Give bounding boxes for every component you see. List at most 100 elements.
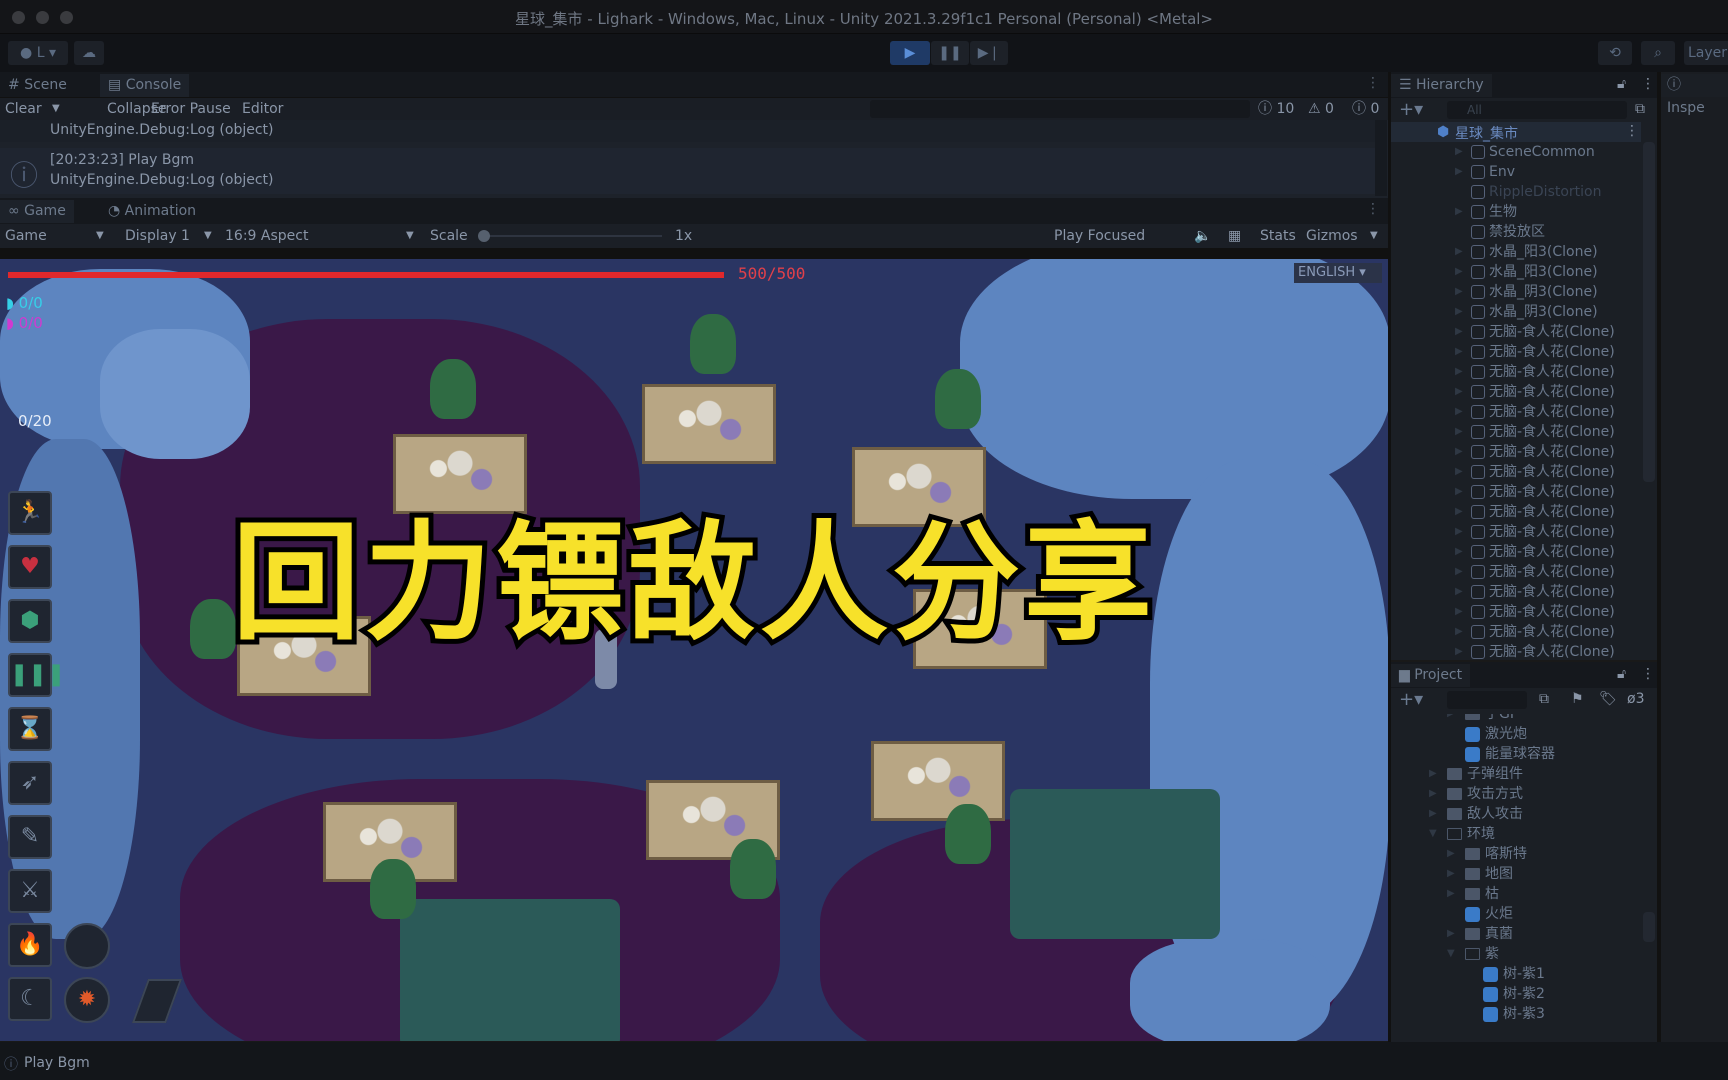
blade-skill-icon[interactable]: ⚔ — [8, 869, 52, 913]
expand-arrow-icon[interactable]: ▶ — [1455, 442, 1463, 462]
project-item[interactable]: ▶ 真菌 — [1391, 924, 1641, 944]
console-scrollbar[interactable] — [1375, 120, 1387, 196]
hierarchy-scrollbar[interactable] — [1643, 142, 1655, 482]
console-entry[interactable]: ⓘ [20:23:23] Play Bgm UnityEngine.Debug:… — [0, 148, 1375, 194]
expand-arrow-icon[interactable]: ▶ — [1455, 422, 1463, 442]
expand-arrow-icon[interactable]: ▶ — [1455, 342, 1463, 362]
hierarchy-item[interactable]: ▶ 水晶_阴3(Clone) — [1391, 282, 1641, 302]
tab-hierarchy[interactable]: ☰ Hierarchy — [1391, 74, 1492, 97]
project-item[interactable]: ▶ 喀斯特 — [1391, 844, 1641, 864]
project-scrollbar[interactable] — [1643, 912, 1655, 942]
hierarchy-item[interactable]: ▶ 无脑-食人花(Clone) — [1391, 502, 1641, 522]
moon-skill-icon[interactable]: ☾ — [8, 977, 52, 1021]
aspect-dropdown[interactable]: 16:9 Aspect — [225, 224, 308, 248]
expand-arrow-icon[interactable]: ▶ — [1455, 502, 1463, 522]
expand-arrow-icon[interactable]: ▶ — [1455, 642, 1463, 660]
play-button[interactable]: ▶ — [890, 41, 930, 65]
expand-arrow-icon[interactable]: ▶ — [1455, 242, 1463, 262]
expand-arrow-icon[interactable]: ▶ — [1455, 162, 1463, 182]
expand-arrow-icon[interactable]: ▶ — [1455, 522, 1463, 542]
cloud-icon[interactable]: ☁ — [74, 41, 104, 65]
expand-arrow-icon[interactable]: ▶ — [1455, 462, 1463, 482]
expand-arrow-icon[interactable]: ▶ — [1447, 864, 1455, 884]
hierarchy-item[interactable]: ▶ 无脑-食人花(Clone) — [1391, 382, 1641, 402]
expand-arrow-icon[interactable]: ▶ — [1447, 924, 1455, 944]
tab-game[interactable]: ∞ Game — [0, 200, 74, 223]
syringe-skill-icon[interactable]: ✎ — [8, 815, 52, 859]
hierarchy-item[interactable]: ▶ 无脑-食人花(Clone) — [1391, 362, 1641, 382]
fire-skill-icon[interactable]: 🔥 — [8, 923, 52, 967]
step-button[interactable]: ▶❘ — [970, 41, 1008, 65]
hierarchy-item[interactable]: ▶ SceneCommon — [1391, 142, 1641, 162]
project-item[interactable]: ▶ 地图 — [1391, 864, 1641, 884]
hierarchy-item[interactable]: ▶ 无脑-食人花(Clone) — [1391, 642, 1641, 660]
tab-project[interactable]: ▆ Project — [1391, 664, 1471, 687]
status-message[interactable]: Play Bgm — [24, 1055, 90, 1071]
slash-skill-icon[interactable] — [131, 979, 183, 1023]
game-mode-dropdown[interactable]: Game — [5, 224, 47, 248]
pause-button[interactable]: ❚❚ — [931, 41, 969, 65]
hierarchy-search-input[interactable]: All — [1447, 101, 1627, 119]
bow-skill-icon[interactable]: ➶ — [8, 761, 52, 805]
project-item[interactable]: ▶ 攻击方式 — [1391, 784, 1641, 804]
expand-arrow-icon[interactable]: ▶ — [1455, 282, 1463, 302]
expand-arrow-icon[interactable]: ▶ — [1455, 542, 1463, 562]
expand-arrow-icon[interactable]: ▶ — [1455, 322, 1463, 342]
language-dropdown[interactable]: ENGLISH ▾ — [1294, 263, 1382, 283]
expand-arrow-icon[interactable]: ▶ — [1455, 262, 1463, 282]
filter-icon[interactable]: ⚑ — [1571, 691, 1584, 707]
gizmos-dropdown[interactable]: Gizmos — [1306, 224, 1358, 248]
expand-arrow-icon[interactable]: ▶ — [1447, 844, 1455, 864]
expand-arrow-icon[interactable]: ▶ — [1455, 602, 1463, 622]
hierarchy-item[interactable]: ▶ 无脑-食人花(Clone) — [1391, 462, 1641, 482]
expand-arrow-icon[interactable]: ▶ — [1455, 202, 1463, 222]
expand-arrow-icon[interactable]: ▶ — [1447, 884, 1455, 904]
hierarchy-item[interactable]: ▶ 水晶_阳3(Clone) — [1391, 242, 1641, 262]
create-asset-button[interactable]: +▾ — [1399, 689, 1423, 710]
project-item[interactable]: 树-紫2 — [1391, 984, 1641, 1004]
hierarchy-item[interactable]: ▶ 无脑-食人花(Clone) — [1391, 342, 1641, 362]
more-icon[interactable]: ⋮ — [1641, 666, 1655, 682]
error-pause-button[interactable]: Error Pause — [151, 98, 231, 120]
expand-arrow-icon[interactable]: ▶ — [1455, 362, 1463, 382]
collapse-arrow-icon[interactable]: ▼ — [1429, 824, 1437, 844]
hierarchy-item[interactable]: ▶ 无脑-食人花(Clone) — [1391, 522, 1641, 542]
expand-arrow-icon[interactable]: ▶ — [1455, 562, 1463, 582]
project-item[interactable]: 能量球容器 — [1391, 744, 1641, 764]
add-object-button[interactable]: +▾ — [1399, 99, 1423, 120]
expand-arrow-icon[interactable]: ▶ — [1455, 302, 1463, 322]
error-count[interactable]: ⓘ 0 — [1352, 98, 1379, 120]
hierarchy-item[interactable]: ▶ 无脑-食人花(Clone) — [1391, 402, 1641, 422]
tab-animation[interactable]: ◔ Animation — [100, 200, 204, 223]
project-item[interactable]: ▶ 子弹组件 — [1391, 764, 1641, 784]
hierarchy-item[interactable]: ▶ 生物 — [1391, 202, 1641, 222]
console-entry[interactable]: UnityEngine.Debug:Log (object) — [0, 120, 1375, 142]
clear-button[interactable]: Clear — [5, 98, 42, 120]
keyboard-icon[interactable]: ▦ — [1228, 224, 1241, 248]
search-icon[interactable]: ⌕ — [1641, 41, 1675, 65]
hierarchy-item[interactable]: ▶ 无脑-食人花(Clone) — [1391, 622, 1641, 642]
flame-skill-icon[interactable]: ✹ — [64, 977, 110, 1023]
hierarchy-item[interactable]: ▶ 无脑-食人花(Clone) — [1391, 442, 1641, 462]
scene-root[interactable]: ⬢ 星球_集市 ⋮ — [1391, 122, 1641, 142]
more-icon[interactable]: ⋮ — [1641, 76, 1655, 92]
scale-slider[interactable] — [482, 235, 662, 237]
hierarchy-item[interactable]: ▶ 无脑-食人花(Clone) — [1391, 542, 1641, 562]
hierarchy-item[interactable]: 禁投放区 — [1391, 222, 1641, 242]
hierarchy-item[interactable]: ▶ 无脑-食人花(Clone) — [1391, 562, 1641, 582]
lock-icon[interactable]: 🔓︎ — [1617, 76, 1626, 92]
hierarchy-item[interactable]: RippleDistortion — [1391, 182, 1641, 202]
console-search-input[interactable] — [870, 100, 1250, 118]
empty-slot-icon[interactable] — [64, 923, 110, 969]
history-icon[interactable]: ⟲ — [1598, 41, 1632, 65]
clear-dropdown-icon[interactable]: ▼ — [52, 98, 60, 120]
hierarchy-item[interactable]: ▶ 无脑-食人花(Clone) — [1391, 602, 1641, 622]
audio-icon[interactable]: 🔈 — [1194, 224, 1211, 248]
game-view[interactable]: 500/500 ENGLISH ▾ ◗ 0/0 ◗ 0/0 0/20 🏃 ♥ ⬢… — [0, 259, 1388, 1041]
play-focused-dropdown[interactable]: Play Focused — [1054, 224, 1145, 248]
editor-dropdown[interactable]: Editor — [242, 98, 283, 120]
label-icon[interactable]: 🏷︎ — [1599, 691, 1617, 707]
tab-inspector[interactable]: ⓘ Inspe — [1661, 74, 1728, 116]
account-dropdown[interactable]: ● L ▾ — [8, 41, 68, 65]
project-item[interactable]: ▶ 子GI — [1391, 714, 1641, 724]
